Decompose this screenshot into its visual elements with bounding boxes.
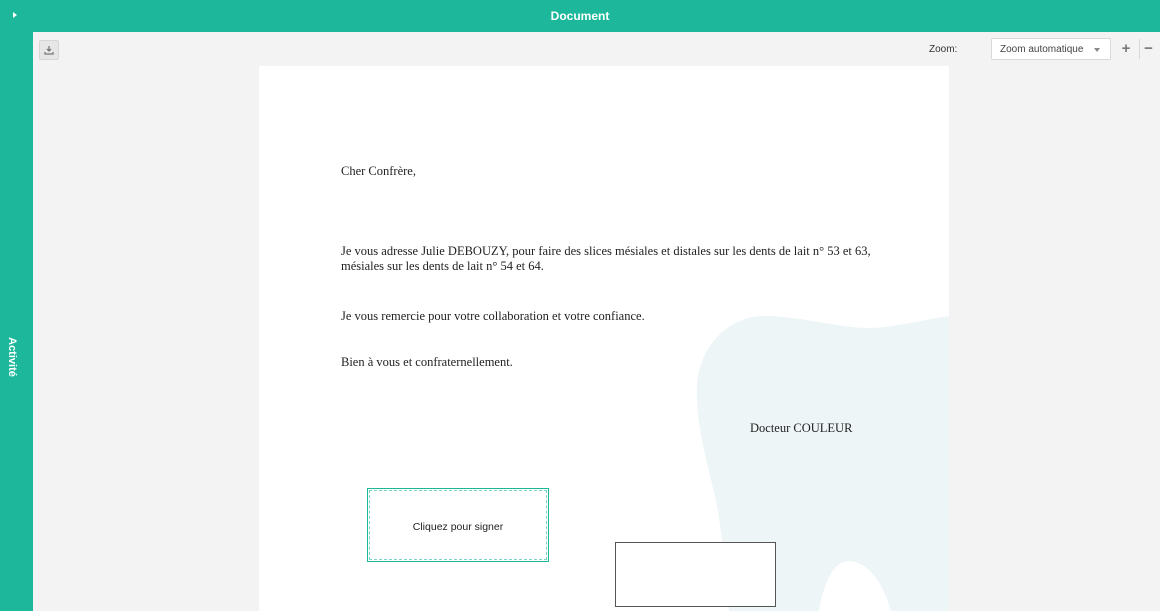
- tooth-watermark-icon: [696, 316, 949, 611]
- document-viewer: Zoom: Zoom automatique + − Cher Confrère…: [33, 32, 1160, 611]
- letter-closing: Bien à vous et confraternellement.: [341, 355, 513, 369]
- sign-prompt: Cliquez pour signer: [412, 521, 504, 533]
- click-to-sign-box[interactable]: Cliquez pour signer: [367, 488, 549, 562]
- download-icon: [44, 46, 54, 55]
- stamp-box: [615, 542, 776, 607]
- zoom-select[interactable]: Zoom automatique: [991, 38, 1111, 60]
- zoom-in-button[interactable]: +: [1117, 39, 1135, 59]
- window-title: Document: [550, 9, 610, 23]
- title-bar: Document: [0, 0, 1160, 32]
- activity-tab-label[interactable]: Activité: [6, 337, 18, 377]
- chevron-down-icon: [1094, 48, 1100, 52]
- letter-salutation: Cher Confrère,: [341, 164, 416, 178]
- activity-sidebar[interactable]: Activité: [0, 32, 33, 611]
- document-page: Cher Confrère, Je vous adresse Julie DEB…: [259, 66, 949, 611]
- zoom-out-button[interactable]: −: [1139, 39, 1157, 59]
- letter-signatory: Docteur COULEUR: [750, 421, 853, 435]
- download-button[interactable]: [39, 40, 59, 60]
- zoom-label: Zoom:: [929, 44, 958, 55]
- letter-paragraph-thanks: Je vous remercie pour votre collaboratio…: [341, 309, 645, 323]
- letter-paragraph-referral: Je vous adresse Julie DEBOUZY, pour fair…: [341, 244, 871, 273]
- zoom-select-value: Zoom automatique: [1000, 44, 1084, 55]
